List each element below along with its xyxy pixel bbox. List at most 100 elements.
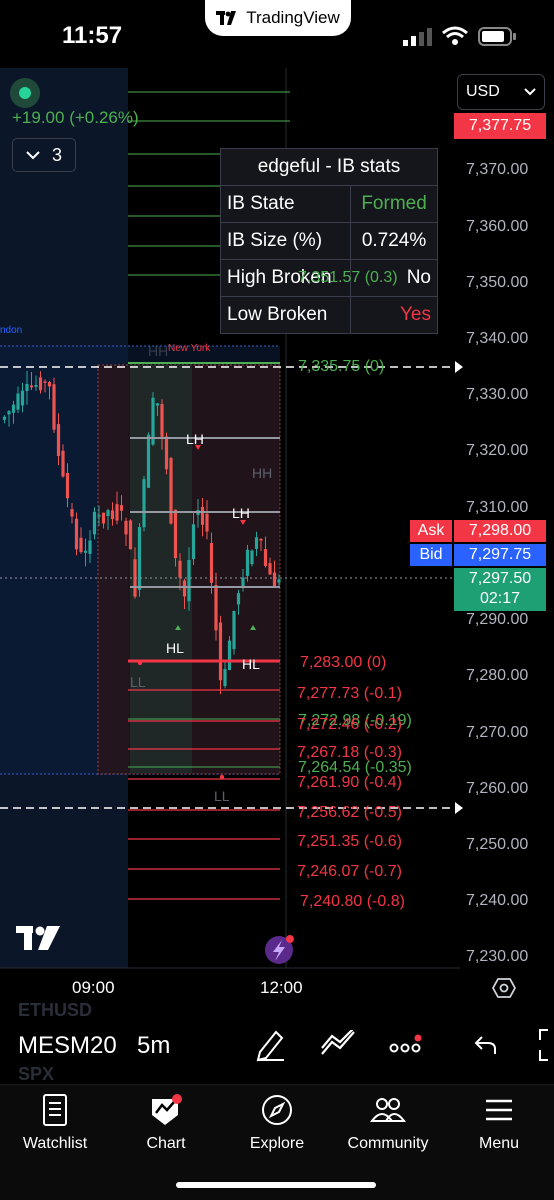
tab-label: Menu <box>478 1135 520 1152</box>
stats-value: 0.724% <box>350 222 438 260</box>
fib-level-label: 7,251.35 (-0.6) <box>297 833 402 850</box>
fib-level-label: 7,272.46 (-0.2) <box>297 716 402 733</box>
tab-label: Watchlist <box>22 1135 88 1152</box>
price-tick: 7,260.00 <box>466 780 529 797</box>
swing-label-lh: LH <box>186 431 204 447</box>
stats-label: Low Broken <box>219 296 352 334</box>
candle-body <box>187 559 191 602</box>
fib-level-label: 7,277.73 (-0.1) <box>297 685 402 702</box>
candle-body <box>160 404 164 437</box>
stats-label: IB State <box>219 185 352 223</box>
bar-countdown: 02:17 <box>479 590 521 607</box>
undo-icon[interactable] <box>474 1034 498 1056</box>
candle-body <box>101 512 106 524</box>
swing-label-hh: HH <box>252 465 273 481</box>
candle-body <box>214 585 218 631</box>
tab-chart[interactable]: Chart <box>111 1093 221 1153</box>
more-options-icon[interactable] <box>388 1034 428 1058</box>
time-tick: 12:00 <box>260 978 303 997</box>
candle-body <box>97 515 101 517</box>
price-change: +19.00 (+0.26%) <box>12 108 139 127</box>
market-status-icon[interactable] <box>10 78 40 108</box>
candle-body <box>29 385 34 388</box>
price-tick: 7,230.00 <box>466 948 529 965</box>
compass-icon <box>262 1095 292 1125</box>
ask-label: Ask <box>410 520 452 542</box>
tradingview-logo-icon <box>216 11 237 25</box>
wifi-icon <box>442 26 468 45</box>
menu-icon <box>486 1099 512 1121</box>
candle-body <box>25 384 29 392</box>
candle-body <box>79 537 83 553</box>
price-tick: 7,310.00 <box>466 499 529 516</box>
candle-body <box>106 510 110 517</box>
candle-body <box>74 518 79 550</box>
candle-body <box>56 424 61 457</box>
candle-body <box>259 538 263 541</box>
candle-body <box>16 393 20 410</box>
candle-body <box>2 416 7 420</box>
candle-body <box>83 550 88 553</box>
candle-body <box>146 434 151 488</box>
candle-body <box>11 404 16 413</box>
bid-label: Bid <box>410 544 452 566</box>
stats-row: IB State Formed <box>219 185 438 223</box>
tab-explore[interactable]: Explore <box>222 1093 332 1153</box>
currency-select[interactable]: USD <box>457 74 545 110</box>
bid-price: 7,297.75 <box>454 544 546 566</box>
candle-body <box>128 520 133 550</box>
tradingview-label: TradingView <box>246 8 340 27</box>
swing-label-hh: HH <box>148 343 169 359</box>
candle-body <box>250 550 254 565</box>
fib-level-label: 7,240.80 (-0.8) <box>300 893 405 910</box>
candle-body <box>254 537 259 549</box>
fib-level-label: 7,283.00 (0) <box>300 654 387 671</box>
price-tick: 7,280.00 <box>466 667 529 684</box>
interval-button[interactable]: 5m <box>137 1032 170 1060</box>
fib-level-label: 7,351.57 (0.3) <box>298 269 398 286</box>
swing-label-ll: LL <box>214 788 230 804</box>
price-tick: 7,290.00 <box>466 611 529 628</box>
fib-level-label: 7,261.90 (-0.4) <box>297 774 402 791</box>
candle-body <box>92 511 97 535</box>
swing-label-hl: HL <box>166 640 184 656</box>
candle-body <box>110 510 115 520</box>
price-tick: 7,340.00 <box>466 330 529 347</box>
candle-body <box>52 384 56 430</box>
line-tools-icon[interactable] <box>320 1030 356 1058</box>
london-session-label: ndon <box>0 325 23 336</box>
symbol-button[interactable]: MESM20 <box>18 1032 118 1060</box>
fib-level-label: 7,256.62 (-0.5) <box>297 804 402 821</box>
tab-community[interactable]: Community <box>333 1093 443 1153</box>
candle-body <box>115 504 119 521</box>
candle-body <box>164 436 169 470</box>
candle-body <box>61 450 65 477</box>
battery-icon <box>478 27 516 46</box>
candle-body <box>200 506 205 525</box>
current-price-badge: 7,297.50 02:17 <box>454 568 546 611</box>
candle-body <box>142 479 146 528</box>
candle-body <box>205 513 209 532</box>
candle-body <box>88 540 92 554</box>
ny-session-label: New York <box>168 343 211 354</box>
tab-menu[interactable]: Menu <box>444 1093 554 1153</box>
candle-body <box>191 524 196 560</box>
ask-price: 7,298.00 <box>454 520 546 542</box>
candle-body <box>178 560 182 578</box>
indicator-count: 3 <box>51 144 62 165</box>
tradingview-pill[interactable]: TradingView <box>205 0 351 36</box>
bottom-tab-bar: Watchlist Chart Explore Community Menu <box>0 1084 554 1200</box>
fullscreen-icon[interactable] <box>536 1028 554 1062</box>
stats-row: IB Size (%) 0.724% <box>219 222 438 260</box>
tab-label: Explore <box>249 1135 305 1152</box>
chart-settings-icon[interactable] <box>492 976 516 1000</box>
chart-area[interactable]: +19.00 (+0.26%) 3 edgeful - IB stats IB … <box>0 68 554 1008</box>
tab-watchlist[interactable]: Watchlist <box>0 1093 110 1153</box>
candle-body <box>38 377 43 391</box>
candle-body <box>169 458 173 524</box>
status-time: 11:57 <box>62 22 123 49</box>
drawing-pen-icon[interactable] <box>254 1028 286 1062</box>
candle-body <box>65 472 70 499</box>
candle-body <box>218 622 223 681</box>
indicators-collapse-button[interactable]: 3 <box>12 138 76 172</box>
